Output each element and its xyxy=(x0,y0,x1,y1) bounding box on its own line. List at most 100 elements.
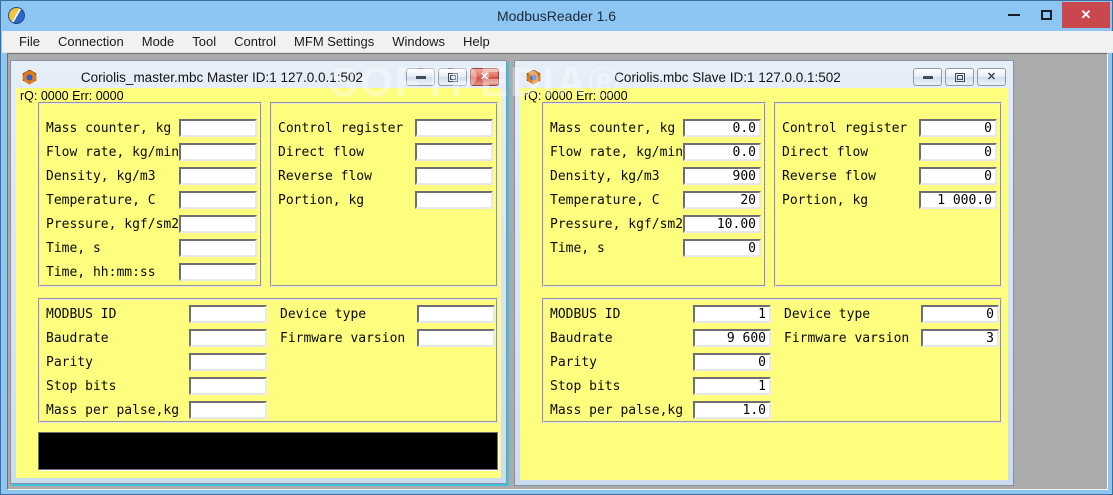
label-firmware-varsion: Firmware varsion xyxy=(784,330,910,346)
label-reverse-flow: Reverse flow xyxy=(278,168,372,184)
menu-item-control[interactable]: Control xyxy=(225,31,285,52)
input-firmware-varsion[interactable] xyxy=(921,329,999,347)
field-row-pressure-kgf-sm2: Pressure, kgf/sm2 xyxy=(40,212,260,236)
minimize-icon xyxy=(415,75,426,79)
menu-item-mode[interactable]: Mode xyxy=(133,31,184,52)
input-time-hh-mm-ss[interactable] xyxy=(179,263,257,281)
input-device-type[interactable] xyxy=(417,305,495,323)
input-time-s[interactable] xyxy=(683,239,761,257)
input-baudrate[interactable] xyxy=(693,329,771,347)
menu-item-mfm-settings[interactable]: MFM Settings xyxy=(285,31,383,52)
field-row-direct-flow: Direct flow xyxy=(272,140,496,164)
input-flow-rate-kg-min[interactable] xyxy=(683,143,761,161)
window-client-area: rQ: 0000 Err: 0000 Mass counter, kg Flow … xyxy=(16,88,501,478)
minimize-button[interactable] xyxy=(406,68,435,86)
minimize-icon xyxy=(1008,14,1020,16)
input-device-type[interactable] xyxy=(921,305,999,323)
close-icon: ✕ xyxy=(1080,7,1092,22)
field-row-mass-counter-kg: Mass counter, kg xyxy=(40,116,260,140)
menu-item-file[interactable]: File xyxy=(10,31,49,52)
field-row-time-s: Time, s xyxy=(544,236,764,260)
label-baudrate: Baudrate xyxy=(46,330,109,346)
label-parity: Parity xyxy=(46,354,93,370)
input-direct-flow[interactable] xyxy=(919,143,997,161)
label-mass-per-palse-kg: Mass per palse,kg xyxy=(550,402,684,418)
input-portion-kg[interactable] xyxy=(919,191,997,209)
field-row-parity: Parity xyxy=(544,350,774,374)
field-row-stop-bits: Stop bits xyxy=(544,374,774,398)
input-temperature-c[interactable] xyxy=(683,191,761,209)
app-close-button[interactable]: ✕ xyxy=(1062,2,1110,28)
field-row-mass-per-palse-kg: Mass per palse,kg xyxy=(40,398,270,422)
field-row-density-kg-m3: Density, kg/m3 xyxy=(40,164,260,188)
app-icon xyxy=(8,7,25,24)
input-reverse-flow[interactable] xyxy=(415,167,493,185)
field-row-pressure-kgf-sm2: Pressure, kgf/sm2 xyxy=(544,212,764,236)
input-temperature-c[interactable] xyxy=(179,191,257,209)
window-client-area: rQ: 0000 Err: 0000 Mass counter, kg Flow … xyxy=(520,88,1008,480)
input-firmware-varsion[interactable] xyxy=(417,329,495,347)
input-mass-per-palse-kg[interactable] xyxy=(189,401,267,419)
child-titlebar[interactable]: Coriolis_master.mbc Master ID:1 127.0.0.… xyxy=(16,66,501,88)
label-time-s: Time, s xyxy=(46,240,101,256)
input-baudrate[interactable] xyxy=(189,329,267,347)
label-mass-counter-kg: Mass counter, kg xyxy=(46,120,172,136)
input-stop-bits[interactable] xyxy=(693,377,771,395)
input-modbus-id[interactable] xyxy=(189,305,267,323)
menu-item-help[interactable]: Help xyxy=(454,31,499,52)
input-mass-counter-kg[interactable] xyxy=(683,119,761,137)
menu-item-windows[interactable]: Windows xyxy=(383,31,454,52)
field-row-density-kg-m3: Density, kg/m3 xyxy=(544,164,764,188)
app-minimize-button[interactable] xyxy=(998,2,1030,28)
field-row-temperature-c: Temperature, C xyxy=(544,188,764,212)
menu-bar: File Connection Mode Tool Control MFM Setting… xyxy=(2,31,1113,53)
app-maximize-button[interactable] xyxy=(1030,2,1062,28)
input-flow-rate-kg-min[interactable] xyxy=(179,143,257,161)
label-device-type: Device type xyxy=(280,306,367,322)
label-flow-rate-kg-min: Flow rate, kg/min xyxy=(46,144,179,160)
field-row-portion-kg: Portion, kg xyxy=(776,188,1000,212)
input-portion-kg[interactable] xyxy=(415,191,493,209)
input-pressure-kgf-sm2[interactable] xyxy=(179,215,257,233)
input-modbus-id[interactable] xyxy=(693,305,771,323)
close-button[interactable]: ✕ xyxy=(977,68,1006,86)
close-button[interactable]: ✕ xyxy=(470,68,499,86)
field-row-control-register: Control register xyxy=(776,116,1000,140)
input-direct-flow[interactable] xyxy=(415,143,493,161)
label-direct-flow: Direct flow xyxy=(278,144,365,160)
input-stop-bits[interactable] xyxy=(189,377,267,395)
input-parity[interactable] xyxy=(189,353,267,371)
menu-item-tool[interactable]: Tool xyxy=(183,31,225,52)
menu-item-connection[interactable]: Connection xyxy=(49,31,133,52)
gear-document-icon xyxy=(526,69,541,85)
child-window-slave: Coriolis.mbc Slave ID:1 127.0.0.1:502 ✕ … xyxy=(514,60,1014,486)
field-row-time-s: Time, s xyxy=(40,236,260,260)
input-mass-per-palse-kg[interactable] xyxy=(693,401,771,419)
restore-button[interactable] xyxy=(438,68,467,86)
input-control-register[interactable] xyxy=(919,119,997,137)
maximize-icon xyxy=(1040,10,1052,20)
label-modbus-id: MODBUS ID xyxy=(550,306,621,322)
field-row-reverse-flow: Reverse flow xyxy=(776,164,1000,188)
input-density-kg-m3[interactable] xyxy=(179,167,257,185)
field-row-direct-flow: Direct flow xyxy=(776,140,1000,164)
label-flow-rate-kg-min: Flow rate, kg/min xyxy=(550,144,683,160)
restore-button[interactable] xyxy=(945,68,974,86)
input-parity[interactable] xyxy=(693,353,771,371)
label-reverse-flow: Reverse flow xyxy=(782,168,876,184)
app-titlebar[interactable]: ModbusReader 1.6 ✕ xyxy=(1,1,1112,31)
input-pressure-kgf-sm2[interactable] xyxy=(683,215,761,233)
label-portion-kg: Portion, kg xyxy=(278,192,365,208)
input-density-kg-m3[interactable] xyxy=(683,167,761,185)
input-time-s[interactable] xyxy=(179,239,257,257)
device-settings-groupbox: MODBUS ID Baudrate Parity Stop bits Mass per… xyxy=(542,298,1002,423)
restore-icon xyxy=(447,72,458,82)
input-control-register[interactable] xyxy=(415,119,493,137)
minimize-button[interactable] xyxy=(913,68,942,86)
child-titlebar[interactable]: Coriolis.mbc Slave ID:1 127.0.0.1:502 ✕ xyxy=(520,66,1008,88)
input-reverse-flow[interactable] xyxy=(919,167,997,185)
field-row-stop-bits: Stop bits xyxy=(40,374,270,398)
input-mass-counter-kg[interactable] xyxy=(179,119,257,137)
label-firmware-varsion: Firmware varsion xyxy=(280,330,406,346)
field-row-parity: Parity xyxy=(40,350,270,374)
